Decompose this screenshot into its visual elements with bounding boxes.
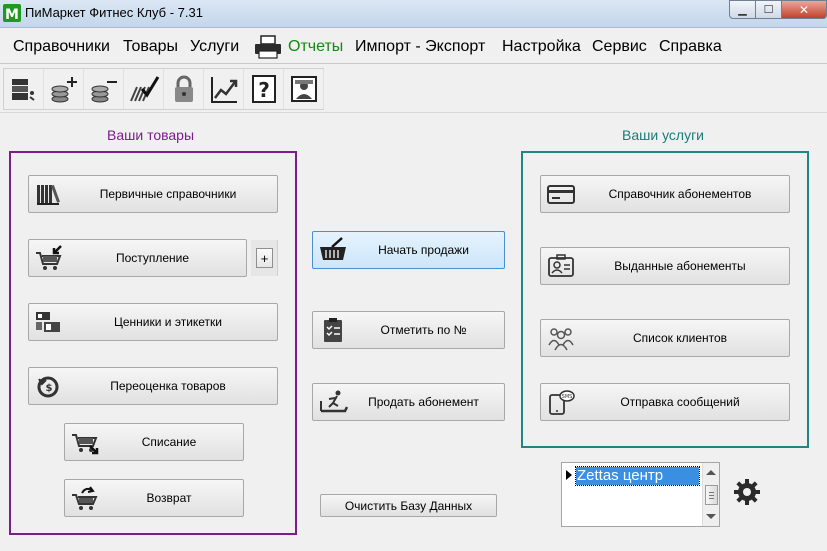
tool-barcode-check-button[interactable] <box>124 69 164 109</box>
start-sales-button[interactable]: Начать продажи <box>312 231 505 269</box>
close-button[interactable]: ✕ <box>782 0 827 19</box>
primary-dictionaries-button[interactable]: Первичные справочники <box>28 175 278 213</box>
menu-services[interactable]: Услуги <box>190 38 239 56</box>
printer-icon[interactable] <box>253 34 283 60</box>
help-icon: ? <box>251 75 276 103</box>
group-users-icon <box>548 328 574 351</box>
clear-database-label: Очистить Базу Данных <box>344 498 473 513</box>
cart-arrow-in-icon <box>36 245 62 270</box>
tool-profile-button[interactable] <box>284 69 324 109</box>
title-bar: M ПиМаркет Фитнес Клуб - 7.31 ▁ ☐ ✕ <box>0 0 827 28</box>
tool-chart-button[interactable] <box>204 69 244 109</box>
books-icon <box>37 184 60 205</box>
toolbar-separator <box>0 112 827 113</box>
revaluation-label: Переоценка товаров <box>110 379 226 393</box>
tool-coins-remove-button[interactable] <box>84 69 124 109</box>
menu-service[interactable]: Сервис <box>592 38 647 56</box>
subscriptions-directory-label: Справочник абонементов <box>608 187 752 201</box>
profile-card-icon <box>290 76 317 102</box>
club-listbox[interactable]: Zettas центр <box>561 462 720 527</box>
goods-group-title: Ваши товары <box>107 127 195 143</box>
menu-settings[interactable]: Настройка <box>502 38 581 56</box>
barcode-check-icon <box>129 76 159 102</box>
clear-database-button[interactable]: Очистить Базу Данных <box>320 494 497 517</box>
clients-list-label: Список клиентов <box>632 331 728 345</box>
menu-bar: Справочники Товары Услуги Отчеты Импорт … <box>0 30 827 64</box>
window-title: ПиМаркет Фитнес Клуб - 7.31 <box>25 5 203 20</box>
club-list-item-selected[interactable]: Zettas центр <box>575 466 700 486</box>
basket-icon <box>320 237 346 260</box>
growth-chart-icon <box>210 77 237 103</box>
cart-arrow-out-icon <box>72 434 99 455</box>
revaluation-button[interactable]: $ Переоценка товаров <box>28 367 278 405</box>
mark-by-number-button[interactable]: Отметить по № <box>312 311 505 349</box>
coins-remove-icon <box>91 81 117 103</box>
minimize-button[interactable]: ▁ <box>729 0 756 19</box>
send-messages-label: Отправка сообщений <box>620 395 740 409</box>
send-messages-button[interactable]: SMS Отправка сообщений <box>540 383 790 421</box>
minimize-icon: ▁ <box>738 4 747 16</box>
listbox-scrollbar[interactable] <box>702 463 719 526</box>
services-group-title: Ваши услуги <box>622 127 705 143</box>
return-button[interactable]: Возврат <box>64 479 244 517</box>
settings-gear-icon[interactable] <box>733 478 761 506</box>
issued-subscriptions-label: Выданные абонементы <box>614 259 746 273</box>
svg-text:SMS: SMS <box>562 394 573 400</box>
treadmill-icon <box>320 390 348 413</box>
maximize-button[interactable]: ☐ <box>756 0 782 19</box>
svg-text:M: M <box>5 7 19 22</box>
writeoff-button[interactable]: Списание <box>64 423 244 461</box>
card-icon <box>547 185 575 204</box>
app-logo-icon: M <box>3 4 21 22</box>
scroll-up-icon[interactable] <box>706 470 716 475</box>
menu-import-export[interactable]: Импорт - Экспорт <box>355 38 485 56</box>
svg-text:?: ? <box>258 78 270 102</box>
tool-lock-button[interactable] <box>164 69 204 109</box>
maximize-icon: ☐ <box>763 4 774 16</box>
coin-refresh-icon: $ <box>37 376 59 398</box>
clients-list-button[interactable]: Список клиентов <box>540 319 790 357</box>
menu-goods[interactable]: Товары <box>123 38 178 56</box>
id-badge-icon <box>548 254 574 277</box>
scroll-thumb[interactable] <box>705 485 718 505</box>
menu-help[interactable]: Справка <box>659 38 722 56</box>
subscriptions-directory-button[interactable]: Справочник абонементов <box>540 175 790 213</box>
receipt-button[interactable]: Поступление <box>28 239 247 277</box>
svg-text:$: $ <box>46 383 53 394</box>
receipt-add-button[interactable]: + <box>256 248 273 268</box>
sms-phone-icon: SMS <box>549 390 575 415</box>
price-tags-icon <box>36 312 60 332</box>
cart-return-icon <box>72 486 98 510</box>
price-tags-button[interactable]: Ценники и этикетки <box>28 303 278 341</box>
price-tags-label: Ценники и этикетки <box>114 315 222 329</box>
primary-dictionaries-label: Первичные справочники <box>99 187 237 201</box>
menu-reports[interactable]: Отчеты <box>288 38 343 56</box>
lock-icon <box>174 75 193 102</box>
clipboard-check-icon <box>324 318 342 342</box>
tool-help-button[interactable]: ? <box>244 69 284 109</box>
menu-dictionaries[interactable]: Справочники <box>13 38 110 56</box>
coins-add-icon <box>51 77 77 103</box>
scroll-down-icon[interactable] <box>706 514 716 519</box>
issued-subscriptions-button[interactable]: Выданные абонементы <box>540 247 790 285</box>
close-icon: ✕ <box>798 2 810 17</box>
cash-register-icon <box>11 79 35 101</box>
tool-cash-register-button[interactable] <box>4 69 44 109</box>
toolbar: ? <box>3 68 324 110</box>
tool-coins-add-button[interactable] <box>44 69 84 109</box>
row-pointer-icon <box>566 470 572 480</box>
sell-subscription-button[interactable]: Продать абонемент <box>312 383 505 421</box>
